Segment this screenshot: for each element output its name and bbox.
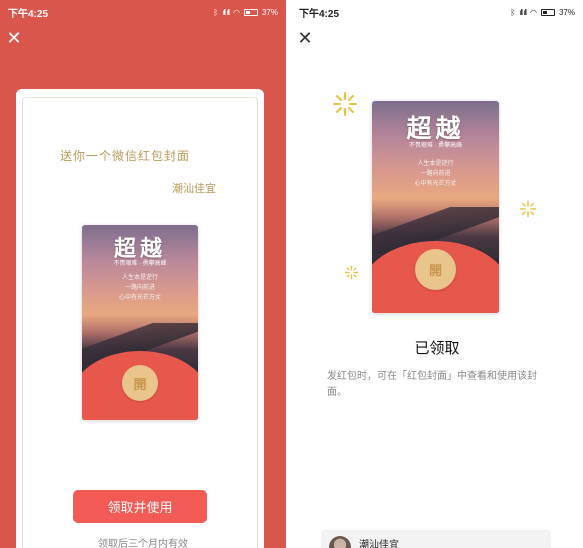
cover-subtitle: 不畏艰难 · 勇攀高峰 (408, 143, 463, 149)
bluetooth-icon: ᛒ (213, 7, 219, 17)
close-icon[interactable]: ✕ (295, 28, 315, 48)
poem-line: 一路向前进 (124, 285, 155, 291)
validity-note: 领取后三个月内有效 (98, 539, 188, 548)
status-bar: 下午4:25 ᛒ ıll ıll ◠ 37% (0, 0, 286, 24)
red-packet-cover-preview: 超越 不畏艰难 · 勇攀高峰 人生本是逆行 一路向前进 心中有光芒万丈 開 (372, 101, 499, 313)
wifi-icon: ◠ (233, 7, 240, 17)
poem-line: 人生本是逆行 (121, 275, 158, 281)
status-time: 下午4:25 (299, 8, 340, 20)
wifi-icon: ◠ (530, 7, 537, 17)
poem-line: 心中有光芒万丈 (414, 181, 457, 187)
battery-level: 37% (261, 7, 278, 17)
poem-line: 人生本是逆行 (417, 161, 454, 167)
poem-line: 一路向前进 (420, 171, 451, 177)
gift-title: 送你一个微信红包封面 (60, 149, 191, 163)
sparkle-icon (519, 200, 537, 218)
open-coin-icon: 開 (122, 365, 158, 401)
battery-level: 37% (558, 7, 575, 17)
sparkle-icon (344, 265, 359, 280)
claim-cover-screen: 下午4:25 ᛒ ıll ıll ◠ 37% ✕ 送你一个微信红包封面 潮汕佳宜… (0, 0, 286, 548)
sparkle-icon (333, 92, 357, 116)
status-bar: 下午4:25 ᛒ ıll ıll ◠ 37% (291, 0, 583, 24)
sender-name: 潮汕佳宜 (172, 183, 216, 195)
open-coin-icon: 開 (415, 249, 456, 290)
red-packet-cover-preview[interactable]: 超越 不畏艰难 · 勇攀高峰 人生本是逆行 一路向前进 心中有光芒万丈 開 (82, 225, 198, 420)
bluetooth-icon: ᛒ (510, 7, 516, 17)
sender-card-name: 潮汕佳宜 (359, 540, 399, 548)
cover-poem: 人生本是逆行 一路向前进 心中有光芒万丈 (82, 273, 198, 303)
claimed-status-title: 已领取 (414, 340, 460, 357)
cover-poem: 人生本是逆行 一路向前进 心中有光芒万丈 (372, 159, 499, 189)
signal-icon: ıll ıll (519, 7, 527, 17)
cover-subtitle: 不畏艰难 · 勇攀高峰 (113, 261, 167, 267)
claimed-description: 发红包时，可在「红包封面」中查看和使用该封面。 (327, 371, 537, 398)
claimed-cover-screen: 下午4:25 ᛒ ıll ıll ◠ 37% ✕ 超越 不畏艰难 · 勇攀高峰 … (291, 0, 583, 548)
sender-card[interactable]: 潮汕佳宜 (321, 530, 551, 548)
claim-and-use-button[interactable]: 领取并使用 (73, 490, 207, 523)
poem-line: 心中有光芒万丈 (118, 295, 161, 301)
avatar (329, 536, 351, 548)
close-icon[interactable]: ✕ (4, 28, 24, 48)
battery-icon (243, 8, 258, 16)
signal-icon: ıll ıll (222, 7, 230, 17)
status-time: 下午4:25 (8, 8, 49, 20)
battery-icon (540, 8, 555, 16)
cover-brand-text: 超越 (406, 115, 465, 143)
